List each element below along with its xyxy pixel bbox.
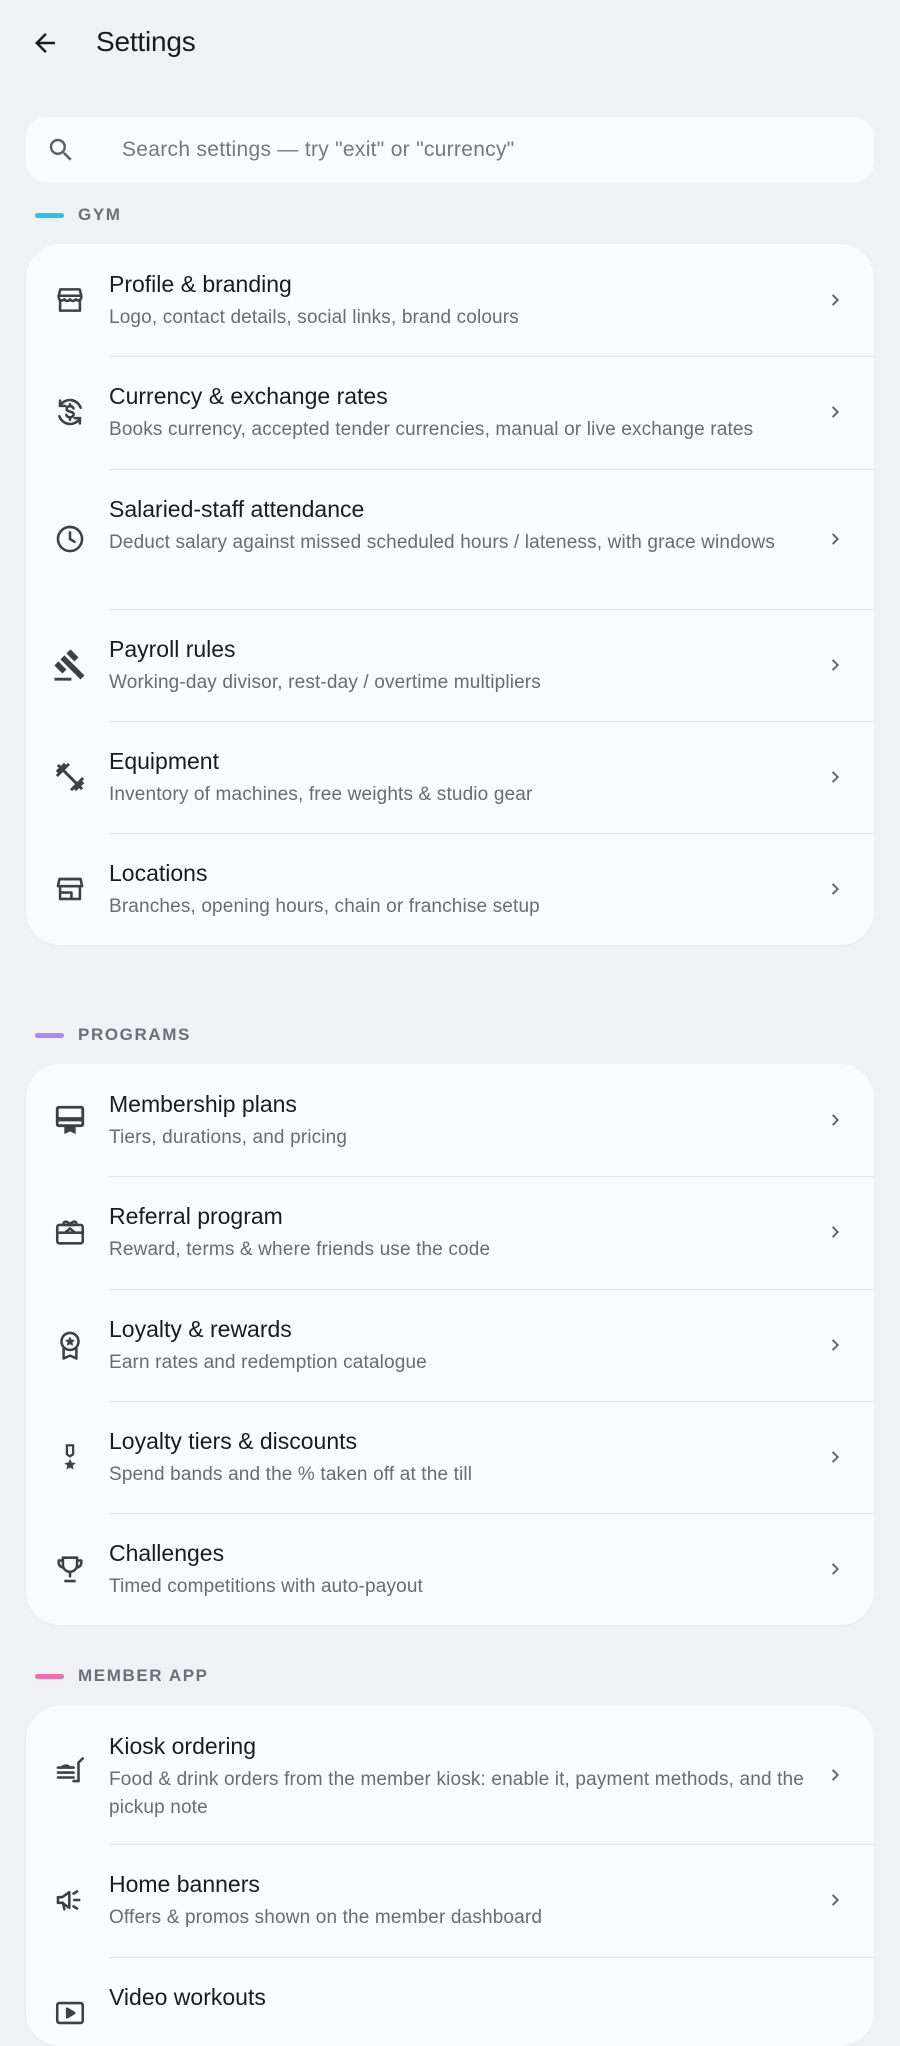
chevron-right-icon bbox=[824, 765, 848, 789]
chevron-right-icon bbox=[824, 1108, 848, 1132]
row-subtitle: Spend bands and the % taken off at the t… bbox=[109, 1464, 473, 1485]
row-subtitle: Branches, opening hours, chain or franch… bbox=[109, 896, 540, 917]
settings-row-loyalty-rewards[interactable]: Loyalty & rewards Earn rates and redempt… bbox=[26, 1289, 874, 1401]
row-subtitle: Tiers, durations, and pricing bbox=[109, 1127, 348, 1148]
gavel-icon bbox=[50, 645, 90, 685]
section-label: PROGRAMS bbox=[78, 1025, 191, 1044]
row-subtitle: Logo, contact details, social links, bra… bbox=[109, 307, 519, 328]
page-title: Settings bbox=[96, 26, 196, 57]
campaign-icon bbox=[50, 1880, 90, 1920]
chevron-right-icon bbox=[824, 653, 848, 677]
chevron-right-icon bbox=[824, 288, 848, 312]
chevron-right-icon bbox=[824, 877, 848, 901]
section-header-member-app: MEMBER APP bbox=[35, 1664, 209, 1688]
row-subtitle: Reward, terms & where friends use the co… bbox=[109, 1239, 491, 1260]
chevron-right-icon bbox=[824, 1445, 848, 1469]
row-subtitle: Food & drink orders from the member kios… bbox=[109, 1769, 804, 1818]
row-title: Kiosk ordering bbox=[109, 1733, 257, 1759]
section-label: GYM bbox=[78, 205, 122, 224]
gift-card-icon bbox=[50, 1212, 90, 1252]
chevron-right-icon bbox=[824, 1220, 848, 1244]
settings-row-locations[interactable]: Locations Branches, opening hours, chain… bbox=[26, 833, 874, 945]
kiosk-order-icon bbox=[50, 1749, 90, 1789]
settings-row-video-workouts[interactable]: Video workouts bbox=[26, 1957, 874, 2046]
settings-row-profile-branding[interactable]: Profile & branding Logo, contact details… bbox=[26, 244, 874, 356]
row-title: Loyalty tiers & discounts bbox=[109, 1428, 358, 1454]
section-header-gym: GYM bbox=[35, 203, 122, 227]
section-label: MEMBER APP bbox=[78, 1666, 209, 1685]
row-title: Equipment bbox=[109, 748, 219, 774]
row-title: Home banners bbox=[109, 1871, 260, 1897]
section-header-programs: PROGRAMS bbox=[35, 1023, 191, 1047]
card-membership-icon bbox=[50, 1100, 90, 1140]
section-accent-bar bbox=[35, 1673, 64, 1679]
chevron-right-icon bbox=[824, 1763, 848, 1787]
settings-row-home-banners[interactable]: Home banners Offers & promos shown on th… bbox=[26, 1844, 874, 1957]
chevron-right-icon bbox=[824, 400, 848, 424]
row-title: Payroll rules bbox=[109, 636, 236, 662]
back-button[interactable] bbox=[24, 22, 66, 64]
settings-card-member-app: Kiosk ordering Food & drink orders from … bbox=[26, 1706, 874, 2046]
settings-row-equipment[interactable]: Equipment Inventory of machines, free we… bbox=[26, 721, 874, 833]
row-title: Salaried-staff attendance bbox=[109, 496, 365, 522]
row-title: Video workouts bbox=[109, 1984, 266, 2010]
storefront-icon bbox=[50, 280, 90, 320]
row-subtitle: Working-day divisor, rest-day / overtime… bbox=[109, 672, 541, 693]
search-icon bbox=[44, 133, 78, 167]
military-tech-icon bbox=[50, 1437, 90, 1477]
search-bar[interactable] bbox=[26, 117, 874, 182]
video-icon bbox=[50, 1993, 90, 2033]
trophy-icon bbox=[50, 1549, 90, 1589]
chevron-right-icon bbox=[824, 1557, 848, 1581]
arrow-left-icon bbox=[35, 33, 55, 53]
settings-row-loyalty-tiers[interactable]: Loyalty tiers & discounts Spend bands an… bbox=[26, 1401, 874, 1513]
row-subtitle: Books currency, accepted tender currenci… bbox=[109, 419, 754, 440]
settings-row-staff-attendance[interactable]: Salaried-staff attendance Deduct salary … bbox=[26, 469, 874, 609]
settings-row-challenges[interactable]: Challenges Timed competitions with auto-… bbox=[26, 1513, 874, 1625]
award-star-icon bbox=[50, 1325, 90, 1365]
search-input[interactable] bbox=[122, 117, 862, 182]
row-subtitle: Deduct salary against missed scheduled h… bbox=[109, 532, 776, 553]
currency-exchange-icon bbox=[50, 392, 90, 432]
row-title: Loyalty & rewards bbox=[109, 1316, 292, 1342]
chevron-right-icon bbox=[824, 1333, 848, 1357]
settings-row-currency-exchange[interactable]: Currency & exchange rates Books currency… bbox=[26, 356, 874, 469]
store-icon bbox=[50, 869, 90, 909]
row-title: Membership plans bbox=[109, 1091, 297, 1117]
settings-row-membership-plans[interactable]: Membership plans Tiers, durations, and p… bbox=[26, 1064, 874, 1176]
row-subtitle: Timed competitions with auto-payout bbox=[109, 1576, 423, 1597]
row-title: Locations bbox=[109, 860, 208, 886]
settings-row-kiosk-ordering[interactable]: Kiosk ordering Food & drink orders from … bbox=[26, 1706, 874, 1844]
clock-icon bbox=[50, 519, 90, 559]
row-title: Referral program bbox=[109, 1203, 283, 1229]
row-title: Profile & branding bbox=[109, 271, 292, 297]
row-title: Challenges bbox=[109, 1540, 225, 1566]
settings-card-gym: Profile & branding Logo, contact details… bbox=[26, 244, 874, 945]
row-subtitle: Inventory of machines, free weights & st… bbox=[109, 784, 533, 805]
chevron-right-icon bbox=[824, 527, 848, 551]
top-app-bar: Settings bbox=[0, 0, 900, 90]
dumbbell-icon bbox=[50, 757, 90, 797]
row-title: Currency & exchange rates bbox=[109, 383, 388, 409]
row-subtitle: Offers & promos shown on the member dash… bbox=[109, 1907, 543, 1928]
section-accent-bar bbox=[35, 1032, 64, 1038]
settings-card-programs: Membership plans Tiers, durations, and p… bbox=[26, 1064, 874, 1625]
row-subtitle: Earn rates and redemption catalogue bbox=[109, 1352, 427, 1373]
settings-row-referral-program[interactable]: Referral program Reward, terms & where f… bbox=[26, 1176, 874, 1289]
chevron-right-icon bbox=[824, 1888, 848, 1912]
settings-row-payroll-rules[interactable]: Payroll rules Working-day divisor, rest-… bbox=[26, 609, 874, 721]
section-accent-bar bbox=[35, 212, 64, 218]
